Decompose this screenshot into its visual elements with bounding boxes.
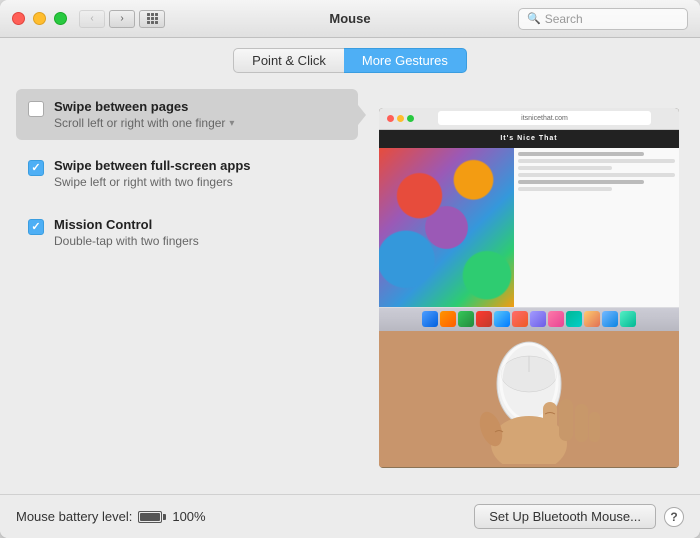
option-text-swipe-pages: Swipe between pages Scroll left or right… [54, 99, 234, 130]
dock-icon-11 [602, 311, 618, 327]
right-panel: itsnicethat.com It's Nice That [374, 81, 684, 494]
search-icon: 🔍 [527, 12, 541, 25]
traffic-lights [12, 12, 67, 25]
dock-icon-5 [494, 311, 510, 327]
site-title: It's Nice That [500, 135, 557, 142]
checkbox-swipe-pages[interactable] [28, 101, 44, 117]
setup-bluetooth-button[interactable]: Set Up Bluetooth Mouse... [474, 504, 656, 529]
option-mission-control[interactable]: Mission Control Double-tap with two fing… [16, 207, 358, 258]
option-swipe-fullscreen[interactable]: Swipe between full-screen apps Swipe lef… [16, 148, 358, 199]
browser-bar: itsnicethat.com [379, 108, 679, 130]
tab-more-gestures[interactable]: More Gestures [344, 48, 467, 73]
dropdown-arrow-icon[interactable]: ▾ [229, 118, 234, 129]
dock-icon-2 [440, 311, 456, 327]
back-button[interactable]: ‹ [79, 10, 105, 28]
battery-area: Mouse battery level: 100% [16, 509, 206, 524]
option-desc-swipe-fullscreen: Swipe left or right with two fingers [54, 175, 251, 189]
dock-bar [379, 307, 679, 331]
maximize-button[interactable] [54, 12, 67, 25]
tab-point-click[interactable]: Point & Click [233, 48, 344, 73]
battery-percent: 100% [172, 509, 205, 524]
browser-content: It's Nice That [379, 130, 679, 331]
close-button[interactable] [12, 12, 25, 25]
content-line-4 [518, 173, 675, 177]
screenshot-area: itsnicethat.com It's Nice That [379, 108, 679, 331]
dock-icon-12 [620, 311, 636, 327]
checkbox-mission-control[interactable] [28, 219, 44, 235]
hand-mouse-area [379, 331, 679, 468]
dock-icon-10 [584, 311, 600, 327]
browser-url-bar: itsnicethat.com [438, 111, 651, 125]
option-swipe-pages[interactable]: Swipe between pages Scroll left or right… [16, 89, 358, 140]
battery-icon [138, 511, 166, 523]
nav-buttons: ‹ › [79, 10, 135, 28]
main-content: Swipe between pages Scroll left or right… [0, 81, 700, 494]
battery-body [138, 511, 162, 523]
colorful-art-panel [379, 148, 514, 307]
content-line-5 [518, 180, 644, 184]
battery-label: Mouse battery level: [16, 509, 132, 524]
minimize-button[interactable] [33, 12, 46, 25]
option-desc-mission-control: Double-tap with two fingers [54, 234, 199, 248]
dock-icon-7 [530, 311, 546, 327]
site-text-area [514, 148, 679, 307]
search-box[interactable]: 🔍 [518, 8, 688, 30]
dock-icon-8 [548, 311, 564, 327]
browser-min-dot [397, 115, 404, 122]
option-text-mission-control: Mission Control Double-tap with two fing… [54, 217, 199, 248]
option-text-swipe-fullscreen: Swipe between full-screen apps Swipe lef… [54, 158, 251, 189]
browser-max-dot [407, 115, 414, 122]
titlebar: ‹ › Mouse 🔍 [0, 0, 700, 38]
tab-bar: Point & Click More Gestures [0, 38, 700, 81]
help-button[interactable]: ? [664, 507, 684, 527]
url-text: itsnicethat.com [521, 115, 568, 122]
dock-icon-4 [476, 311, 492, 327]
forward-button[interactable]: › [109, 10, 135, 28]
content-line-6 [518, 187, 612, 191]
option-title-mission-control: Mission Control [54, 217, 199, 232]
option-desc-swipe-pages: Scroll left or right with one finger ▾ [54, 116, 234, 130]
art-decoration [379, 148, 514, 307]
option-title-swipe-fullscreen: Swipe between full-screen apps [54, 158, 251, 173]
hand-mouse-illustration [439, 334, 619, 464]
dock-icon-6 [512, 311, 528, 327]
footer: Mouse battery level: 100% Set Up Bluetoo… [0, 494, 700, 538]
preview-image: itsnicethat.com It's Nice That [379, 108, 679, 468]
dock-icon-1 [422, 311, 438, 327]
content-line-1 [518, 152, 644, 156]
window-title: Mouse [329, 11, 370, 26]
grid-view-button[interactable] [139, 10, 165, 28]
dock-icon-9 [566, 311, 582, 327]
browser-close-dot [387, 115, 394, 122]
site-body [379, 148, 679, 307]
content-line-3 [518, 166, 612, 170]
left-panel: Swipe between pages Scroll left or right… [16, 81, 358, 494]
browser-dots [387, 115, 414, 122]
option-title-swipe-pages: Swipe between pages [54, 99, 234, 114]
window: ‹ › Mouse 🔍 Point & Click More Gestures [0, 0, 700, 538]
checkbox-swipe-fullscreen[interactable] [28, 160, 44, 176]
grid-icon [147, 13, 158, 24]
dock-icon-3 [458, 311, 474, 327]
search-input[interactable] [545, 12, 679, 26]
battery-tip [163, 514, 166, 520]
footer-right: Set Up Bluetooth Mouse... ? [474, 504, 684, 529]
site-header: It's Nice That [379, 130, 679, 148]
content-line-2 [518, 159, 675, 163]
battery-fill [140, 513, 160, 521]
